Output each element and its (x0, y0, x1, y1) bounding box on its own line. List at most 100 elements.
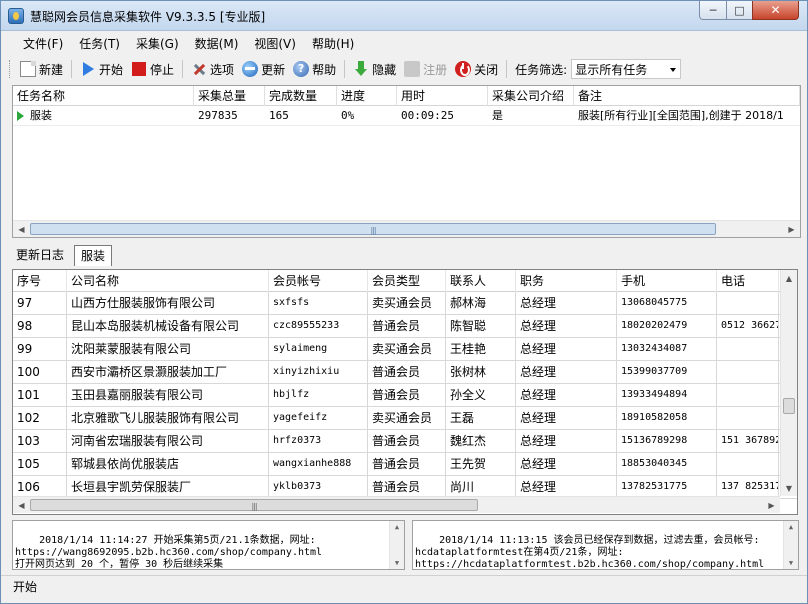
member-col-company[interactable]: 公司名称 (67, 270, 269, 292)
member-col-contact[interactable]: 联系人 (446, 270, 516, 292)
table-row[interactable]: 97 山西方仕服装服饰有限公司 sxfsfs 卖买通会员 郝林海 总经理 130680457… (13, 292, 797, 315)
window-title: 慧聪网会员信息采集软件 V9.3.3.5 [专业版] (30, 10, 266, 24)
menu-task[interactable]: 任务(T) (71, 34, 128, 54)
member-company-cell: 沈阳莱蒙服装有限公司 (67, 338, 269, 360)
task-total-cell: 297835 (198, 109, 238, 122)
task-col-time[interactable]: 用时 (397, 86, 488, 106)
table-row[interactable]: 100 西安市灞桥区景灏服装加工厂 xinyizhixiu 普通会员 张树林 总经理 153… (13, 361, 797, 384)
options-button[interactable]: 选项 (187, 58, 238, 80)
hide-button[interactable]: 隐藏 (349, 58, 400, 80)
scroll-thumb[interactable]: ||| (30, 223, 716, 235)
table-row[interactable]: 105 郓城县依尚优服装店 wangxianhe888 普通会员 王先贺 总经理 18853… (13, 453, 797, 476)
minimize-button[interactable]: ─ (699, 1, 727, 20)
member-col-mobile[interactable]: 手机 (617, 270, 717, 292)
task-col-intro[interactable]: 采集公司介绍 (488, 86, 574, 106)
member-col-position[interactable]: 职务 (516, 270, 617, 292)
scroll-down-icon[interactable]: ▼ (784, 557, 798, 569)
member-account-cell: sylaimeng (269, 338, 368, 360)
scroll-up-icon[interactable]: ▲ (390, 521, 404, 533)
member-horizontal-scrollbar[interactable]: ◀ ||| ▶ (13, 496, 780, 513)
member-col-index[interactable]: 序号 (13, 270, 67, 292)
menu-view[interactable]: 视图(V) (246, 34, 304, 54)
member-mobile-cell: 18020202479 (617, 315, 717, 337)
member-phone-cell (717, 361, 779, 383)
toolbar-separator (344, 60, 346, 78)
hide-button-label: 隐藏 (372, 62, 397, 77)
scroll-right-icon[interactable]: ▶ (763, 497, 780, 513)
scroll-thumb[interactable] (783, 398, 795, 414)
scroll-thumb[interactable]: ||| (30, 499, 478, 511)
scroll-up-icon[interactable]: ▲ (784, 521, 798, 533)
task-col-done[interactable]: 完成数量 (265, 86, 337, 106)
chevron-down-icon (670, 68, 677, 72)
scroll-right-icon[interactable]: ▶ (783, 221, 800, 237)
menu-bar: 文件(F) 任务(T) 采集(G) 数据(M) 视图(V) 帮助(H) (1, 33, 807, 55)
stop-button[interactable]: 停止 (127, 58, 178, 80)
update-button[interactable]: 更新 (238, 58, 289, 80)
scroll-left-icon[interactable]: ◀ (13, 497, 30, 513)
member-type-cell: 普通会员 (368, 476, 446, 498)
task-filter-select[interactable]: 显示所有任务 (571, 59, 682, 79)
start-button[interactable]: 开始 (76, 58, 127, 80)
table-row[interactable]: 103 河南省宏瑞服装有限公司 hrfz0373 普通会员 魏红杰 总经理 15136789… (13, 430, 797, 453)
scroll-down-icon[interactable]: ▼ (781, 480, 797, 496)
task-col-total[interactable]: 采集总量 (194, 86, 265, 106)
toolbar-grip[interactable] (9, 60, 12, 78)
new-button[interactable]: 新建 (16, 58, 67, 80)
log-scrollbar[interactable]: ▲ ▼ (389, 521, 404, 569)
member-col-account[interactable]: 会员帐号 (269, 270, 368, 292)
table-row[interactable]: 102 北京雅歌飞儿服装服饰有限公司 yagefeifz 卖买通会员 王磊 总经理 1891… (13, 407, 797, 430)
member-index-cell: 106 (13, 476, 67, 498)
task-horizontal-scrollbar[interactable]: ◀ ||| ▶ (13, 220, 800, 237)
member-col-type[interactable]: 会员类型 (368, 270, 446, 292)
member-contact-cell: 王桂艳 (446, 338, 516, 360)
member-type-cell: 卖买通会员 (368, 292, 446, 314)
maximize-button[interactable]: □ (726, 1, 753, 20)
task-col-progress[interactable]: 进度 (337, 86, 397, 106)
member-table-header: 序号 公司名称 会员帐号 会员类型 联系人 职务 手机 电话 (13, 270, 797, 292)
close-button-label: 关闭 (474, 62, 499, 77)
member-mobile-cell: 18910582058 (617, 407, 717, 429)
table-row[interactable]: 98 昆山本岛服装机械设备有限公司 czc89555233 普通会员 陈智聪 总经理 180… (13, 315, 797, 338)
scroll-up-icon[interactable]: ▲ (781, 270, 797, 286)
help-button[interactable]: ? 帮助 (289, 58, 340, 80)
close-button[interactable]: 关闭 (451, 58, 502, 80)
table-row[interactable]: 101 玉田县嘉丽服装有限公司 hbjlfz 普通会员 孙全义 总经理 1393349489… (13, 384, 797, 407)
close-window-button[interactable]: ✕ (752, 1, 799, 20)
status-bar: 开始 (1, 575, 807, 603)
menu-data[interactable]: 数据(M) (187, 34, 247, 54)
play-icon (80, 61, 96, 77)
member-account-cell: yklb0373 (269, 476, 368, 498)
member-vertical-scrollbar[interactable]: ▲ ▼ (780, 270, 797, 496)
member-col-phone[interactable]: 电话 (717, 270, 779, 292)
member-company-cell: 河南省宏瑞服装有限公司 (67, 430, 269, 452)
register-button[interactable]: 注册 (400, 58, 451, 80)
register-icon (404, 61, 421, 77)
title-bar[interactable]: 慧聪网会员信息采集软件 V9.3.3.5 [专业版] ─ □ ✕ (1, 1, 807, 31)
member-phone-cell: 137 825317 (717, 476, 779, 498)
task-row[interactable]: 服装 297835 165 0% 00:09:25 是 服装[所有行业][全国范… (13, 106, 800, 126)
save-log-panel[interactable]: 2018/1/14 11:13:15 该会员已经保存到数据，过滤去重，会员帐号:… (412, 520, 799, 570)
menu-collect[interactable]: 采集(G) (128, 34, 187, 54)
member-mobile-cell: 13068045775 (617, 292, 717, 314)
menu-help[interactable]: 帮助(H) (304, 34, 362, 54)
task-table: 任务名称 采集总量 完成数量 进度 用时 采集公司介绍 备注 服装 297835… (12, 85, 801, 238)
task-filter-value: 显示所有任务 (575, 62, 648, 77)
task-intro-cell: 是 (492, 109, 503, 122)
member-type-cell: 普通会员 (368, 430, 446, 452)
member-mobile-cell: 13782531775 (617, 476, 717, 498)
member-contact-cell: 孙全义 (446, 384, 516, 406)
member-position-cell: 总经理 (516, 453, 617, 475)
task-col-note[interactable]: 备注 (574, 86, 800, 106)
log-scrollbar[interactable]: ▲ ▼ (783, 521, 798, 569)
scroll-left-icon[interactable]: ◀ (13, 221, 30, 237)
member-position-cell: 总经理 (516, 476, 617, 498)
collect-log-panel[interactable]: 2018/1/14 11:14:27 开始采集第5页/21.1条数据，网址: h… (12, 520, 405, 570)
task-col-name[interactable]: 任务名称 (13, 86, 194, 106)
scroll-down-icon[interactable]: ▼ (390, 557, 404, 569)
tab-update-log[interactable]: 更新日志 (12, 245, 68, 265)
tab-clothing[interactable]: 服装 (74, 244, 113, 266)
table-row[interactable]: 99 沈阳莱蒙服装有限公司 sylaimeng 卖买通会员 王桂艳 总经理 13032434… (13, 338, 797, 361)
menu-file[interactable]: 文件(F) (15, 34, 71, 54)
member-contact-cell: 尚川 (446, 476, 516, 498)
